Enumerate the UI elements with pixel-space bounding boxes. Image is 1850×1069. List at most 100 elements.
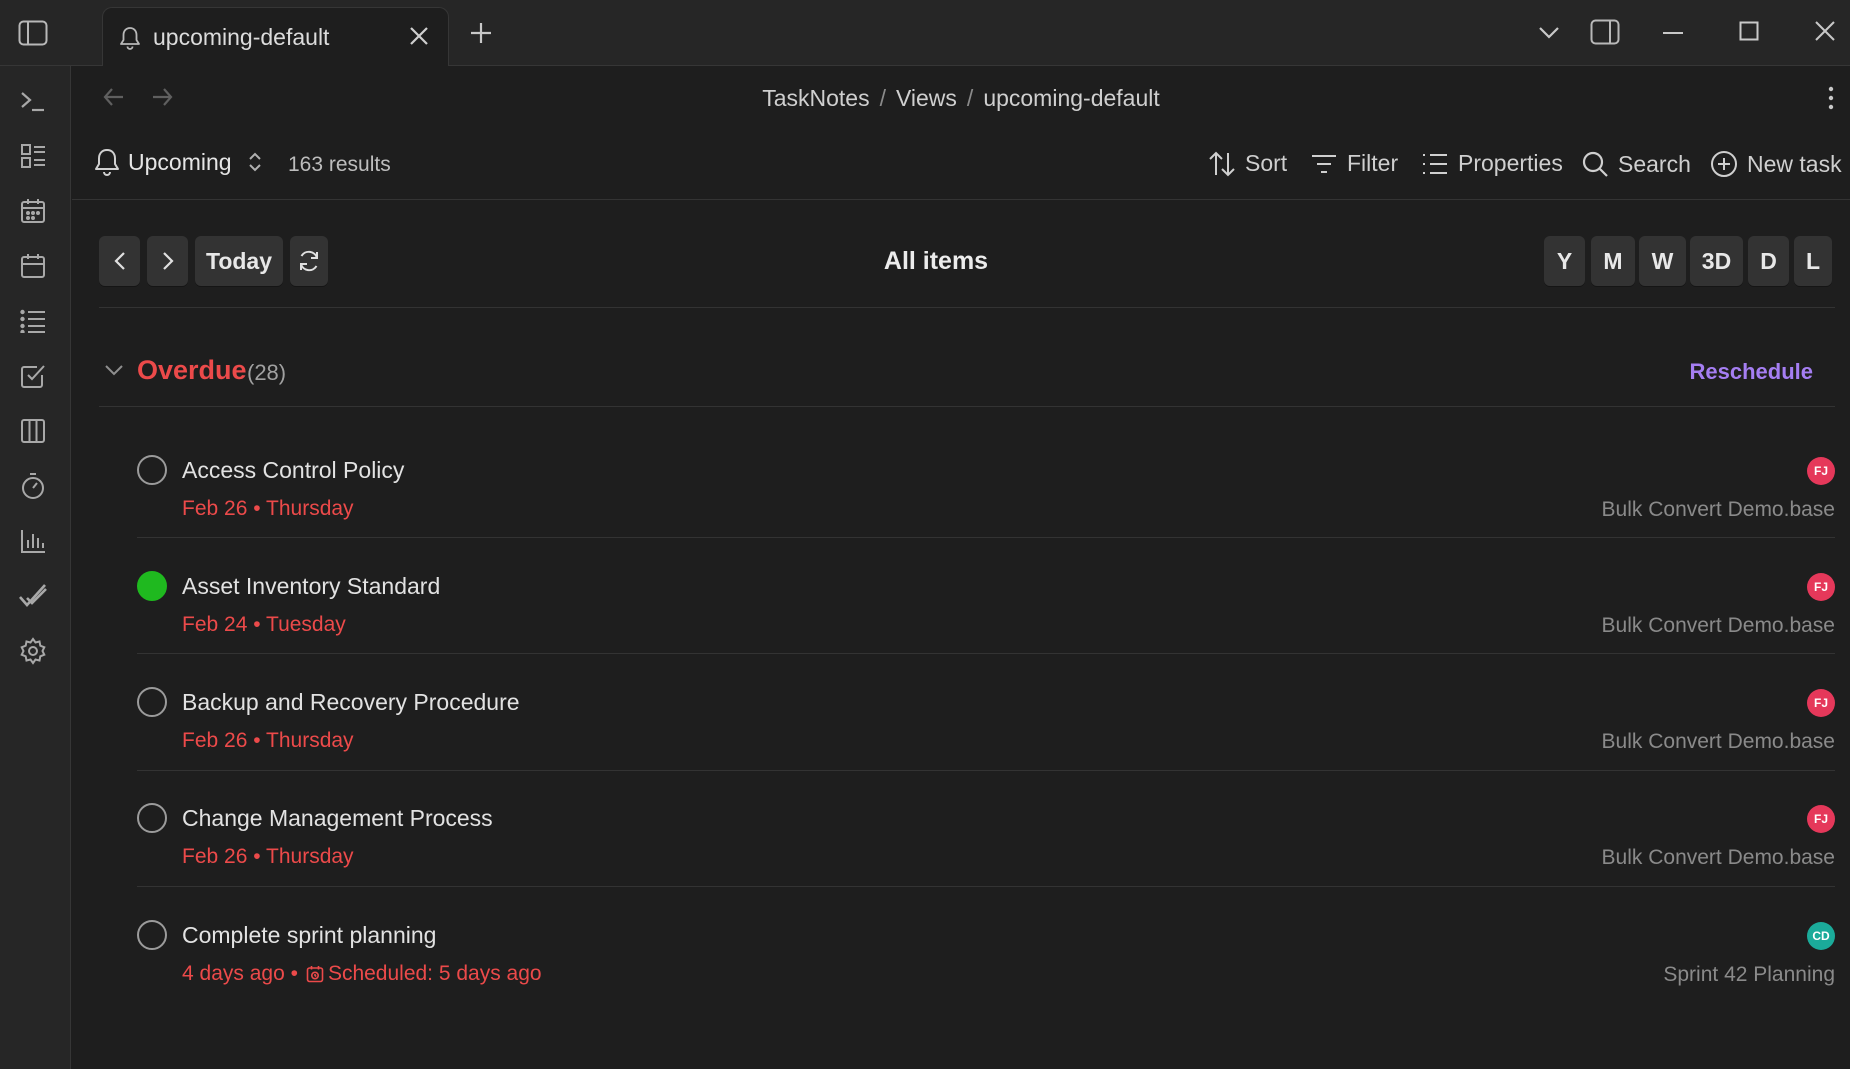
task-row[interactable]: Backup and Recovery Procedure Feb 26 • T… xyxy=(137,677,1835,793)
task-status-circle[interactable] xyxy=(137,455,167,485)
right-panel-icon[interactable] xyxy=(1589,16,1621,48)
task-title[interactable]: Complete sprint planning xyxy=(182,922,436,949)
task-title[interactable]: Access Control Policy xyxy=(182,457,404,484)
sort-button[interactable]: Sort xyxy=(1208,150,1287,177)
close-icon[interactable] xyxy=(408,25,430,47)
breadcrumb-item[interactable]: upcoming-default xyxy=(983,85,1159,111)
dashboard-icon[interactable] xyxy=(18,141,48,171)
task-due-date: 4 days ago • xyxy=(182,962,298,985)
task-row[interactable]: Asset Inventory Standard Feb 24 • Tuesda… xyxy=(137,561,1835,677)
task-status-circle[interactable] xyxy=(137,571,167,601)
view-name: Upcoming xyxy=(128,148,232,175)
refresh-icon xyxy=(297,249,321,273)
gear-icon[interactable] xyxy=(18,636,48,666)
calendar-title: All items xyxy=(883,247,989,275)
view-header: TaskNotes / Views / upcoming-default xyxy=(72,66,1850,132)
task-source[interactable]: Bulk Convert Demo.base xyxy=(1602,730,1835,754)
divider xyxy=(99,307,1835,308)
checkmark-icon[interactable] xyxy=(18,581,48,611)
checkbox-icon[interactable] xyxy=(18,361,48,391)
left-ribbon xyxy=(0,66,71,1069)
collapse-chevron-icon[interactable] xyxy=(104,364,124,376)
chevron-down-icon[interactable] xyxy=(1536,20,1562,46)
task-row[interactable]: Change Management Process Feb 26 • Thurs… xyxy=(137,793,1835,909)
calendar-icon[interactable] xyxy=(18,251,48,281)
today-button[interactable]: Today xyxy=(195,236,283,286)
reschedule-button[interactable]: Reschedule xyxy=(1690,359,1814,385)
view-toolbar: Upcoming 163 results Sort Filter Propert… xyxy=(72,132,1850,200)
task-source[interactable]: Bulk Convert Demo.base xyxy=(1602,846,1835,870)
up-down-chevron-icon xyxy=(248,151,262,173)
filter-label: Filter xyxy=(1347,150,1399,176)
tab-upcoming-default[interactable]: upcoming-default xyxy=(102,7,449,66)
search-label: Search xyxy=(1618,150,1691,177)
more-options-icon[interactable] xyxy=(1828,86,1834,110)
sort-label: Sort xyxy=(1245,150,1288,176)
divider xyxy=(137,770,1835,771)
maximize-icon[interactable] xyxy=(1736,18,1762,44)
avatar: FJ xyxy=(1807,805,1835,833)
group-title-overdue[interactable]: Overdue xyxy=(137,355,247,386)
filter-icon xyxy=(1310,152,1338,176)
avatar: FJ xyxy=(1807,457,1835,485)
sidebar-toggle-icon[interactable] xyxy=(16,16,50,50)
task-due-date[interactable]: Feb 24 • Tuesday xyxy=(182,613,346,637)
view-selector[interactable]: Upcoming xyxy=(94,148,262,176)
divider xyxy=(137,886,1835,887)
refresh-button[interactable] xyxy=(290,236,328,286)
view-mode-3day[interactable]: 3D xyxy=(1690,236,1743,286)
properties-button[interactable]: Properties xyxy=(1421,150,1563,177)
results-count: 163 results xyxy=(288,153,391,176)
task-due-date[interactable]: Feb 26 • Thursday xyxy=(182,845,354,869)
avatar: CD xyxy=(1807,922,1835,950)
task-source[interactable]: Bulk Convert Demo.base xyxy=(1602,614,1835,638)
view-mode-month[interactable]: M xyxy=(1591,236,1635,286)
task-scheduled-date: Scheduled: 5 days ago xyxy=(327,962,542,985)
plus-circle-icon xyxy=(1710,150,1738,178)
terminal-icon[interactable] xyxy=(18,86,48,116)
view-mode-year[interactable]: Y xyxy=(1544,236,1585,286)
app-window: upcoming-default TaskNotes / Views / upc… xyxy=(0,0,1850,1069)
task-row[interactable]: Complete sprint planning 4 days ago • Sc… xyxy=(137,910,1835,1026)
breadcrumb-separator: / xyxy=(966,85,974,111)
task-dates[interactable]: 4 days ago • Scheduled: 5 days ago xyxy=(182,962,542,986)
search-button[interactable]: Search xyxy=(1581,150,1691,178)
divider xyxy=(137,653,1835,654)
breadcrumb-item[interactable]: TaskNotes xyxy=(762,85,869,111)
prev-period-button[interactable] xyxy=(99,236,140,286)
task-due-date[interactable]: Feb 26 • Thursday xyxy=(182,497,354,521)
view-mode-week[interactable]: W xyxy=(1639,236,1686,286)
group-count: (28) xyxy=(247,360,287,385)
new-tab-plus-icon[interactable] xyxy=(468,20,494,46)
bell-icon xyxy=(119,26,141,50)
task-status-circle[interactable] xyxy=(137,920,167,950)
timer-icon[interactable] xyxy=(18,471,48,501)
kanban-icon[interactable] xyxy=(18,416,48,446)
task-title[interactable]: Asset Inventory Standard xyxy=(182,573,440,600)
next-period-button[interactable] xyxy=(147,236,188,286)
new-task-label: New task xyxy=(1747,150,1842,177)
window-close-icon[interactable] xyxy=(1812,18,1838,44)
chart-icon[interactable] xyxy=(18,526,48,556)
breadcrumb-item[interactable]: Views xyxy=(896,85,957,111)
task-status-circle[interactable] xyxy=(137,803,167,833)
view-mode-day[interactable]: D xyxy=(1748,236,1789,286)
filter-button[interactable]: Filter xyxy=(1310,150,1398,177)
new-task-button[interactable]: New task xyxy=(1710,150,1842,178)
minimize-icon[interactable] xyxy=(1660,20,1686,46)
search-icon xyxy=(1581,150,1609,178)
calendar-grid-icon[interactable] xyxy=(18,196,48,226)
task-due-date[interactable]: Feb 26 • Thursday xyxy=(182,729,354,753)
task-row[interactable]: Access Control Policy Feb 26 • Thursday … xyxy=(137,445,1835,561)
list-icon[interactable] xyxy=(18,306,48,336)
title-bar: upcoming-default xyxy=(0,0,1850,66)
task-source[interactable]: Sprint 42 Planning xyxy=(1663,963,1835,987)
properties-label: Properties xyxy=(1458,150,1563,176)
task-status-circle[interactable] xyxy=(137,687,167,717)
divider xyxy=(137,537,1835,538)
task-title[interactable]: Backup and Recovery Procedure xyxy=(182,689,520,716)
task-title[interactable]: Change Management Process xyxy=(182,805,493,832)
view-mode-list[interactable]: L xyxy=(1794,236,1832,286)
avatar: FJ xyxy=(1807,573,1835,601)
task-source[interactable]: Bulk Convert Demo.base xyxy=(1602,498,1835,522)
